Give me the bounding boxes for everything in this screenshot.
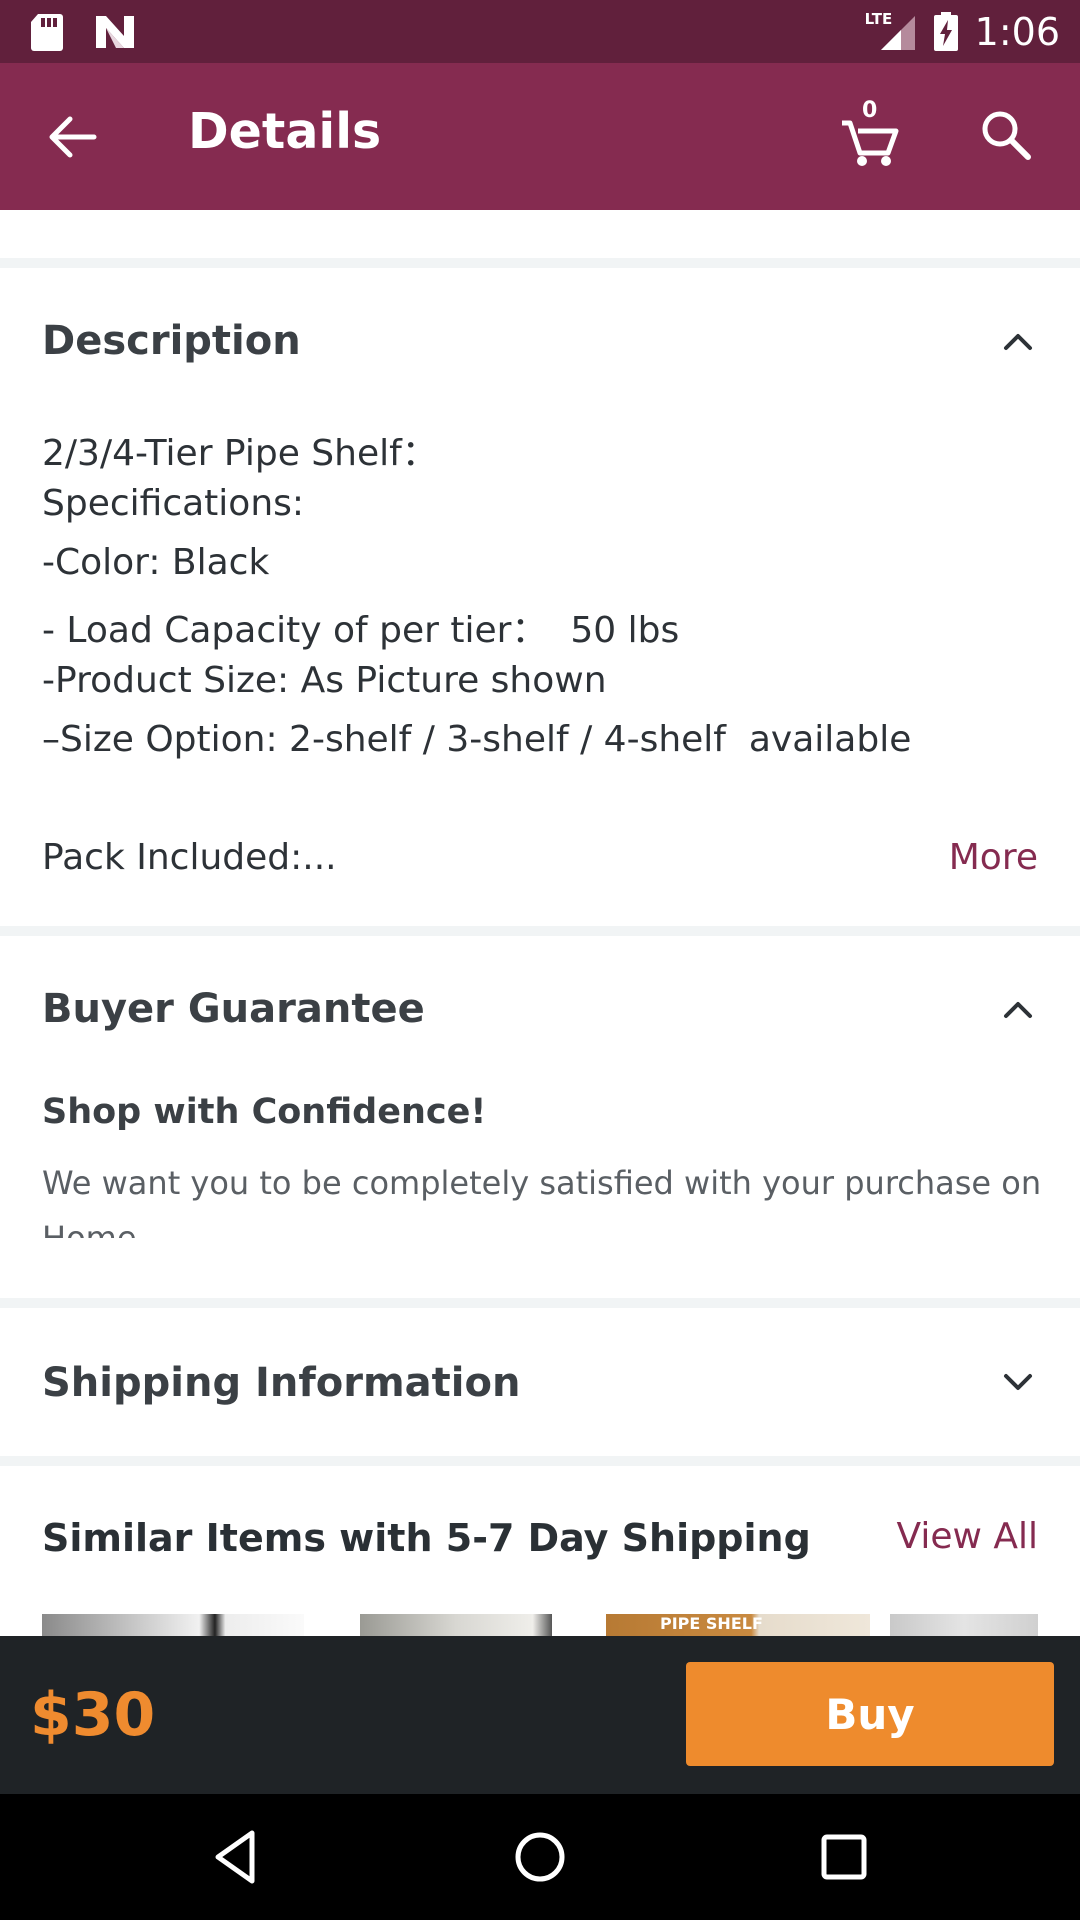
description-line: –Size Option: 2-shelf / 3-shelf / 4-shel… <box>42 719 912 760</box>
nav-back-icon[interactable] <box>206 1827 266 1887</box>
similar-items-title: Similar Items with 5-7 Day Shipping <box>42 1516 811 1560</box>
chevron-down-icon[interactable] <box>1000 1364 1036 1400</box>
section-divider <box>0 1456 1080 1466</box>
view-all-link[interactable]: View All <box>896 1516 1038 1557</box>
back-arrow-icon[interactable] <box>46 111 98 163</box>
description-line: - Load Capacity of per tier： 50 lbs <box>42 610 680 651</box>
similar-item-thumbnail[interactable] <box>42 1614 304 1636</box>
page-title: Details <box>188 103 382 160</box>
section-divider <box>0 258 1080 268</box>
price: $30 <box>30 1680 156 1750</box>
nav-recents-icon[interactable] <box>814 1827 874 1887</box>
system-nav-bar <box>0 1794 1080 1920</box>
status-left-icons <box>30 12 136 52</box>
pack-included-line: Pack Included:... <box>42 837 337 878</box>
clock: 1:06 <box>974 9 1060 54</box>
cart-count-badge: 0 <box>862 98 878 123</box>
description-title: Description <box>42 318 301 364</box>
description-line: 2/3/4-Tier Pipe Shelf： <box>42 433 438 474</box>
buy-button[interactable]: Buy <box>686 1662 1054 1766</box>
n-logo-icon <box>96 16 134 48</box>
chevron-up-icon[interactable] <box>1000 324 1036 360</box>
chevron-up-icon[interactable] <box>1000 992 1036 1028</box>
app-bar: Details 0 <box>0 63 1080 210</box>
guarantee-text: We want you to be completely satisfied w… <box>42 1164 1042 1238</box>
similar-item-thumbnail[interactable]: PIPE SHELF <box>606 1614 870 1636</box>
buy-bar: $30 Buy <box>0 1636 1080 1794</box>
guarantee-subtitle: Shop with Confidence! <box>42 1092 487 1132</box>
signal-icon: LTE <box>865 10 917 52</box>
search-icon[interactable] <box>978 107 1034 163</box>
status-right-icons: LTE 1:06 <box>865 0 1060 63</box>
cart-button[interactable]: 0 <box>840 98 900 167</box>
similar-item-thumbnail[interactable] <box>890 1614 1038 1636</box>
status-bar: LTE 1:06 <box>0 0 1080 63</box>
sd-card-icon <box>31 14 63 51</box>
buyer-guarantee-title: Buyer Guarantee <box>42 986 425 1032</box>
similar-item-thumbnail[interactable] <box>360 1614 552 1636</box>
battery-charging-icon <box>933 11 958 51</box>
thumbnail-text: PIPE SHELF <box>660 1614 763 1633</box>
description-line: Specifications: <box>42 483 305 524</box>
description-line: -Product Size: As Picture shown <box>42 660 607 701</box>
description-line: -Color: Black <box>42 542 270 583</box>
shipping-title: Shipping Information <box>42 1360 521 1406</box>
more-link[interactable]: More <box>949 837 1038 878</box>
section-divider <box>0 1298 1080 1308</box>
section-divider <box>0 926 1080 936</box>
nav-home-icon[interactable] <box>510 1827 570 1887</box>
